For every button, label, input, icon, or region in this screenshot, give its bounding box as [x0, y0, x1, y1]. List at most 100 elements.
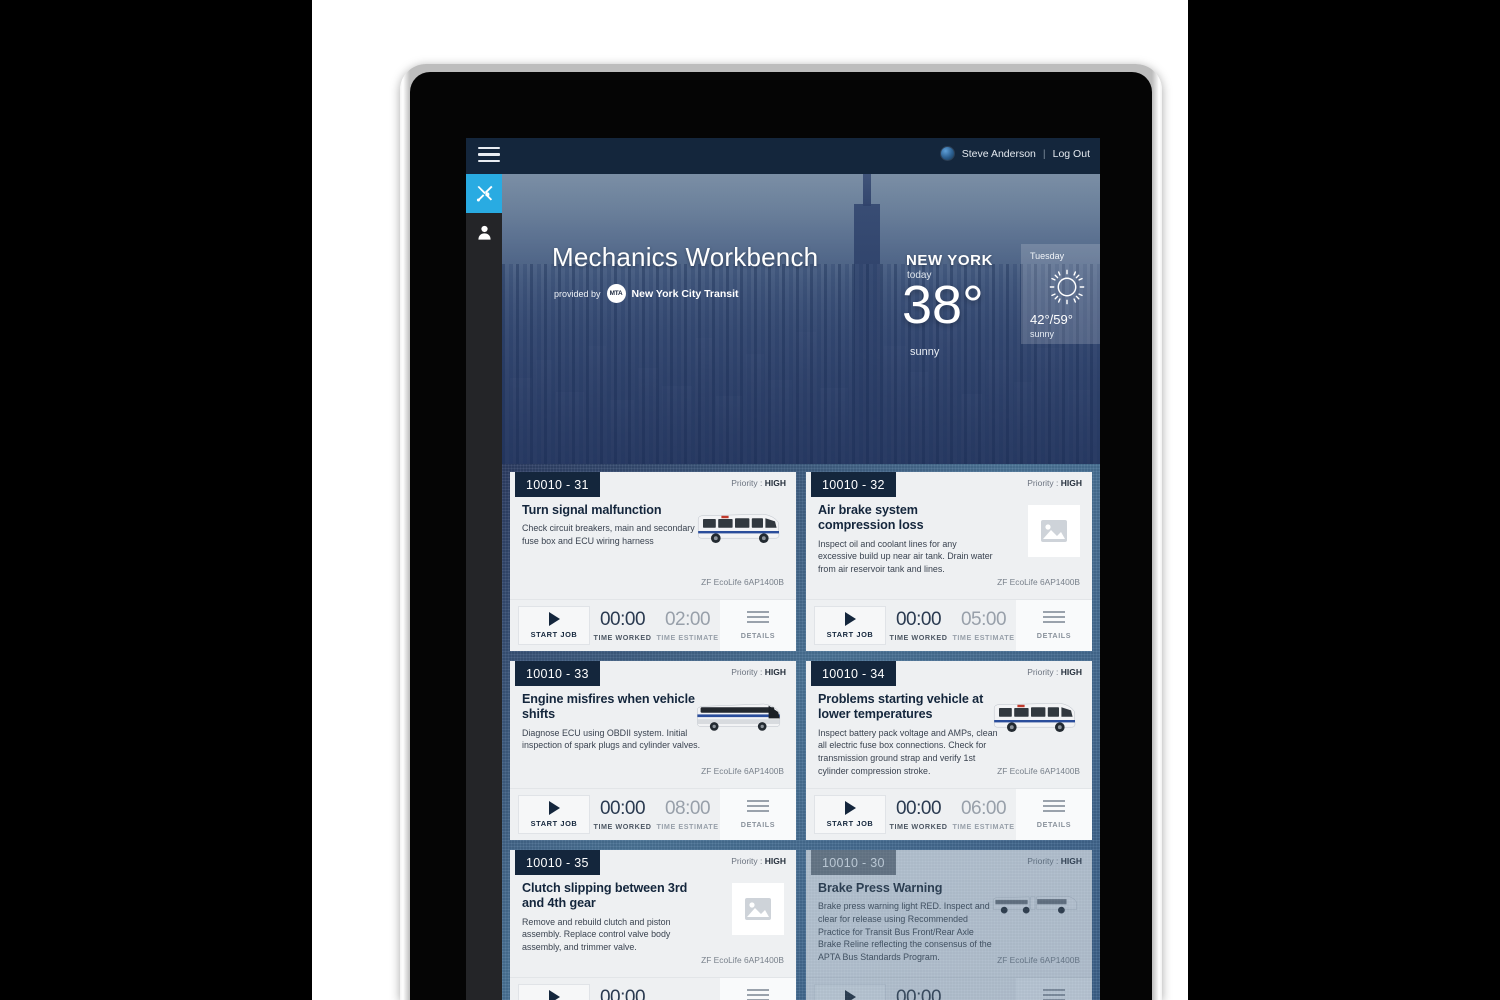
job-card-footer: START JOB 00:00 TIME WORKED 02:00 TIME E… — [510, 599, 796, 651]
job-thumbnail — [732, 883, 784, 935]
job-card-footer: START JOB 00:00 TIME WORKED 05:00 TIME E… — [806, 599, 1092, 651]
job-card-footer: START JOB 00:00 TIME WORKED 08:00 TIME E… — [510, 788, 796, 840]
job-id-badge: 10010 - 33 — [515, 661, 600, 686]
app-topbar: Steve Anderson | Log Out — [466, 138, 1100, 174]
priority-text: Priority : — [731, 667, 763, 677]
list-icon — [1043, 800, 1065, 815]
topbar-user-area: Steve Anderson | Log Out — [939, 146, 1090, 161]
list-icon — [1043, 989, 1065, 1000]
job-card[interactable]: 10010 - 35 Priority : HIGH Clutch slippi… — [510, 850, 796, 1000]
job-description: Inspect battery pack voltage and AMPs, c… — [818, 727, 998, 776]
details-button[interactable]: DETAILS — [720, 600, 796, 651]
details-label: DETAILS — [1036, 820, 1072, 829]
forecast-condition: sunny — [1030, 329, 1055, 339]
priority-value: HIGH — [764, 667, 786, 677]
time-estimate-value: 08:00 — [664, 798, 711, 819]
details-button[interactable]: DETAILS — [720, 978, 796, 1000]
job-card-header: 10010 - 31 Priority : HIGH — [510, 472, 796, 497]
job-thumbnail — [694, 694, 784, 738]
time-worked-value: 00:00 — [895, 987, 942, 1000]
priority-value: HIGH — [764, 856, 786, 866]
time-worked-value: 00:00 — [599, 609, 646, 630]
time-worked-stat: 00:00 TIME WORKED — [886, 789, 951, 840]
hero-banner: Mechanics Workbench provided by MTA New … — [502, 174, 1100, 464]
time-estimate-value: 05:00 — [960, 609, 1007, 630]
priority-text: Priority : — [1027, 856, 1059, 866]
time-estimate-label: TIME ESTIMATE — [952, 633, 1015, 642]
details-button[interactable]: DETAILS — [1016, 978, 1092, 1000]
time-worked-label: TIME WORKED — [889, 822, 948, 831]
job-card-body: Brake Press Warning Brake press warning … — [806, 875, 1092, 971]
job-description: Remove and rebuild clutch and piston ass… — [522, 916, 671, 952]
screenshot-root: Steve Anderson | Log Out Mechanics Workb… — [0, 0, 1500, 1000]
job-model: ZF EcoLife 6AP1400B — [701, 766, 784, 776]
forecast-range: 42°/59° — [1030, 312, 1073, 327]
user-name: Steve Anderson — [961, 147, 1036, 160]
time-worked-value: 00:00 — [599, 987, 646, 1000]
details-label: DETAILS — [740, 631, 776, 640]
details-button[interactable]: DETAILS — [720, 789, 796, 840]
list-icon — [747, 611, 769, 626]
sun-icon — [1048, 268, 1086, 311]
start-job-button[interactable]: START JOB — [814, 795, 886, 834]
sidebar-item-tools[interactable] — [466, 174, 502, 213]
job-card-header: 10010 - 32 Priority : HIGH — [806, 472, 1092, 497]
job-card[interactable]: 10010 - 31 Priority : HIGH Turn signal m… — [510, 472, 796, 651]
job-card-footer: START JOB 00:00 TIME WORKED TIME ESTIMAT… — [510, 977, 796, 1000]
mta-logo: MTA — [606, 284, 626, 303]
job-thumbnail — [694, 505, 784, 549]
hamburger-menu-icon[interactable] — [478, 147, 500, 165]
forecast-day: Tuesday — [1030, 251, 1065, 261]
provided-by-label: provided by — [554, 288, 601, 299]
priority-label: Priority : HIGH — [1027, 667, 1082, 677]
logout-button[interactable]: Log Out — [1053, 148, 1090, 160]
play-icon — [844, 801, 856, 815]
priority-value: HIGH — [1060, 478, 1082, 488]
time-estimate-stat: 06:00 TIME ESTIMATE — [951, 789, 1016, 840]
details-button[interactable]: DETAILS — [1016, 789, 1092, 840]
job-id-badge: 10010 - 31 — [515, 472, 600, 497]
time-estimate-label: TIME ESTIMATE — [952, 822, 1015, 831]
weather-forecast-card: Tuesday 42°/59° sunny — [1021, 244, 1100, 344]
priority-value: HIGH — [1060, 856, 1082, 866]
time-worked-stat: 00:00 TIME WORKED — [590, 978, 655, 1000]
job-card-header: 10010 - 35 Priority : HIGH — [510, 850, 796, 875]
time-worked-value: 00:00 — [599, 798, 646, 819]
priority-text: Priority : — [1027, 478, 1059, 488]
job-model: ZF EcoLife 6AP1400B — [701, 955, 784, 965]
play-icon — [548, 612, 560, 626]
job-card[interactable]: 10010 - 32 Priority : HIGH Air brake sys… — [806, 472, 1092, 651]
start-job-button[interactable]: START JOB — [518, 795, 590, 834]
time-estimate-stat: 02:00 TIME ESTIMATE — [655, 600, 720, 651]
time-worked-stat: 00:00 TIME WORKED — [886, 600, 951, 651]
job-card-grid: 10010 - 31 Priority : HIGH Turn signal m… — [502, 464, 1100, 1000]
job-id-badge: 10010 - 34 — [811, 661, 896, 686]
job-title: Engine misfires when vehicle shifts — [522, 692, 695, 722]
weather-city: NEW YORK — [906, 252, 994, 269]
job-card[interactable]: 10010 - 30 Priority : HIGH Brake Press W… — [806, 850, 1092, 1000]
time-worked-label: TIME WORKED — [889, 633, 948, 642]
details-button[interactable]: DETAILS — [1016, 600, 1092, 651]
start-job-button[interactable]: START JOB — [814, 984, 886, 1000]
job-card-header: 10010 - 33 Priority : HIGH — [510, 661, 796, 686]
job-model: ZF EcoLife 6AP1400B — [997, 955, 1080, 965]
priority-label: Priority : HIGH — [1027, 478, 1082, 488]
job-card-header: 10010 - 34 Priority : HIGH — [806, 661, 1092, 686]
time-worked-stat: 00:00 TIME WORKED — [590, 789, 655, 840]
start-job-button[interactable]: START JOB — [814, 606, 886, 645]
time-worked-value: 00:00 — [895, 798, 942, 819]
start-job-button[interactable]: START JOB — [518, 606, 590, 645]
sidebar-item-profile[interactable] — [466, 213, 502, 252]
job-id-badge: 10010 - 35 — [515, 850, 600, 875]
details-label: DETAILS — [1036, 631, 1072, 640]
job-card-body: Problems starting vehicle at lower tempe… — [806, 686, 1092, 782]
time-estimate-value: 02:00 — [664, 609, 711, 630]
job-model: ZF EcoLife 6AP1400B — [701, 577, 784, 587]
org-name: New York City Transit — [631, 287, 739, 300]
priority-label: Priority : HIGH — [731, 478, 786, 488]
list-icon — [747, 800, 769, 815]
start-job-button[interactable]: START JOB — [518, 984, 590, 1000]
job-card[interactable]: 10010 - 33 Priority : HIGH Engine misfir… — [510, 661, 796, 840]
job-card[interactable]: 10010 - 34 Priority : HIGH Problems star… — [806, 661, 1092, 840]
job-card-footer: START JOB 00:00 TIME WORKED 06:00 TIME E… — [806, 788, 1092, 840]
